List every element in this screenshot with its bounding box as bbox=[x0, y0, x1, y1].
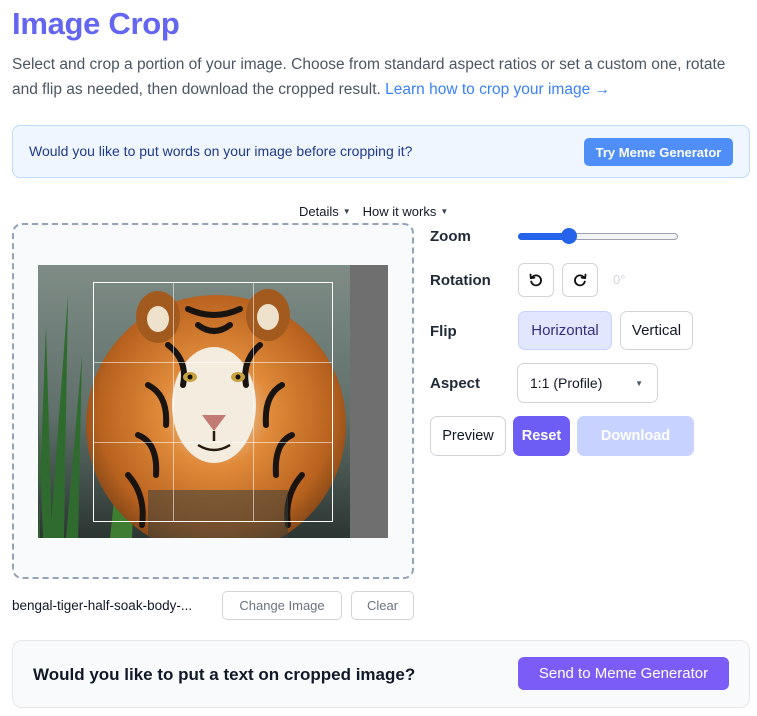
preview-button[interactable]: Preview bbox=[430, 416, 506, 456]
zoom-label: Zoom bbox=[430, 228, 471, 245]
clear-button[interactable]: Clear bbox=[351, 591, 414, 620]
image-canvas bbox=[38, 265, 388, 538]
rotate-left-icon bbox=[529, 273, 542, 287]
caret-down-icon: ▼ bbox=[342, 207, 351, 216]
aspect-label: Aspect bbox=[430, 375, 481, 392]
learn-link[interactable]: Learn how to crop your image → bbox=[385, 81, 610, 98]
meme-prompt-panel: Would you like to put a text on cropped … bbox=[12, 640, 750, 708]
crop-grid-line bbox=[94, 362, 332, 363]
caret-down-icon: ▼ bbox=[440, 207, 449, 216]
page-title: Image Crop bbox=[12, 6, 180, 41]
details-toggle[interactable]: Details ▼ bbox=[299, 204, 351, 219]
zoom-slider-thumb[interactable] bbox=[561, 228, 578, 244]
intro-text: Select and crop a portion of your image.… bbox=[12, 56, 726, 98]
file-name: bengal-tiger-half-soak-body-... bbox=[12, 598, 193, 613]
page-intro: Select and crop a portion of your image.… bbox=[12, 52, 752, 102]
send-to-meme-generator-button[interactable]: Send to Meme Generator bbox=[518, 657, 729, 690]
meme-banner: Would you like to put words on your imag… bbox=[12, 125, 750, 178]
rotate-right-icon bbox=[574, 273, 587, 287]
meme-prompt-text: Would you like to put a text on cropped … bbox=[33, 665, 416, 684]
aspect-value: 1:1 (Profile) bbox=[530, 375, 603, 391]
crop-selection[interactable] bbox=[93, 282, 333, 522]
crop-grid-line bbox=[94, 442, 332, 443]
crop-grid-line bbox=[173, 283, 174, 521]
zoom-slider[interactable] bbox=[518, 228, 678, 244]
flip-vertical-button[interactable]: Vertical bbox=[620, 311, 693, 350]
banner-text: Would you like to put words on your imag… bbox=[29, 143, 413, 159]
aspect-select[interactable]: 1:1 (Profile) ▼ bbox=[517, 363, 658, 403]
how-it-works-label: How it works bbox=[362, 204, 437, 219]
rotation-label: Rotation bbox=[430, 272, 491, 289]
flip-label: Flip bbox=[430, 323, 457, 340]
crop-grid-line bbox=[253, 283, 254, 521]
download-button: Download bbox=[577, 416, 694, 456]
try-meme-generator-button[interactable]: Try Meme Generator bbox=[584, 138, 733, 166]
crop-area bbox=[12, 223, 414, 579]
flip-horizontal-button[interactable]: Horizontal bbox=[518, 311, 612, 350]
info-toggles: Details ▼ How it works ▼ bbox=[299, 204, 448, 219]
file-row: bengal-tiger-half-soak-body-... Change I… bbox=[12, 591, 414, 620]
rotate-right-button[interactable] bbox=[562, 263, 598, 297]
how-it-works-toggle[interactable]: How it works ▼ bbox=[363, 204, 449, 219]
rotation-value: 0° bbox=[613, 272, 626, 287]
details-label: Details bbox=[299, 204, 339, 219]
reset-button[interactable]: Reset bbox=[513, 416, 570, 456]
change-image-button[interactable]: Change Image bbox=[222, 591, 342, 620]
caret-down-icon: ▼ bbox=[635, 379, 643, 388]
rotate-left-button[interactable] bbox=[518, 263, 554, 297]
